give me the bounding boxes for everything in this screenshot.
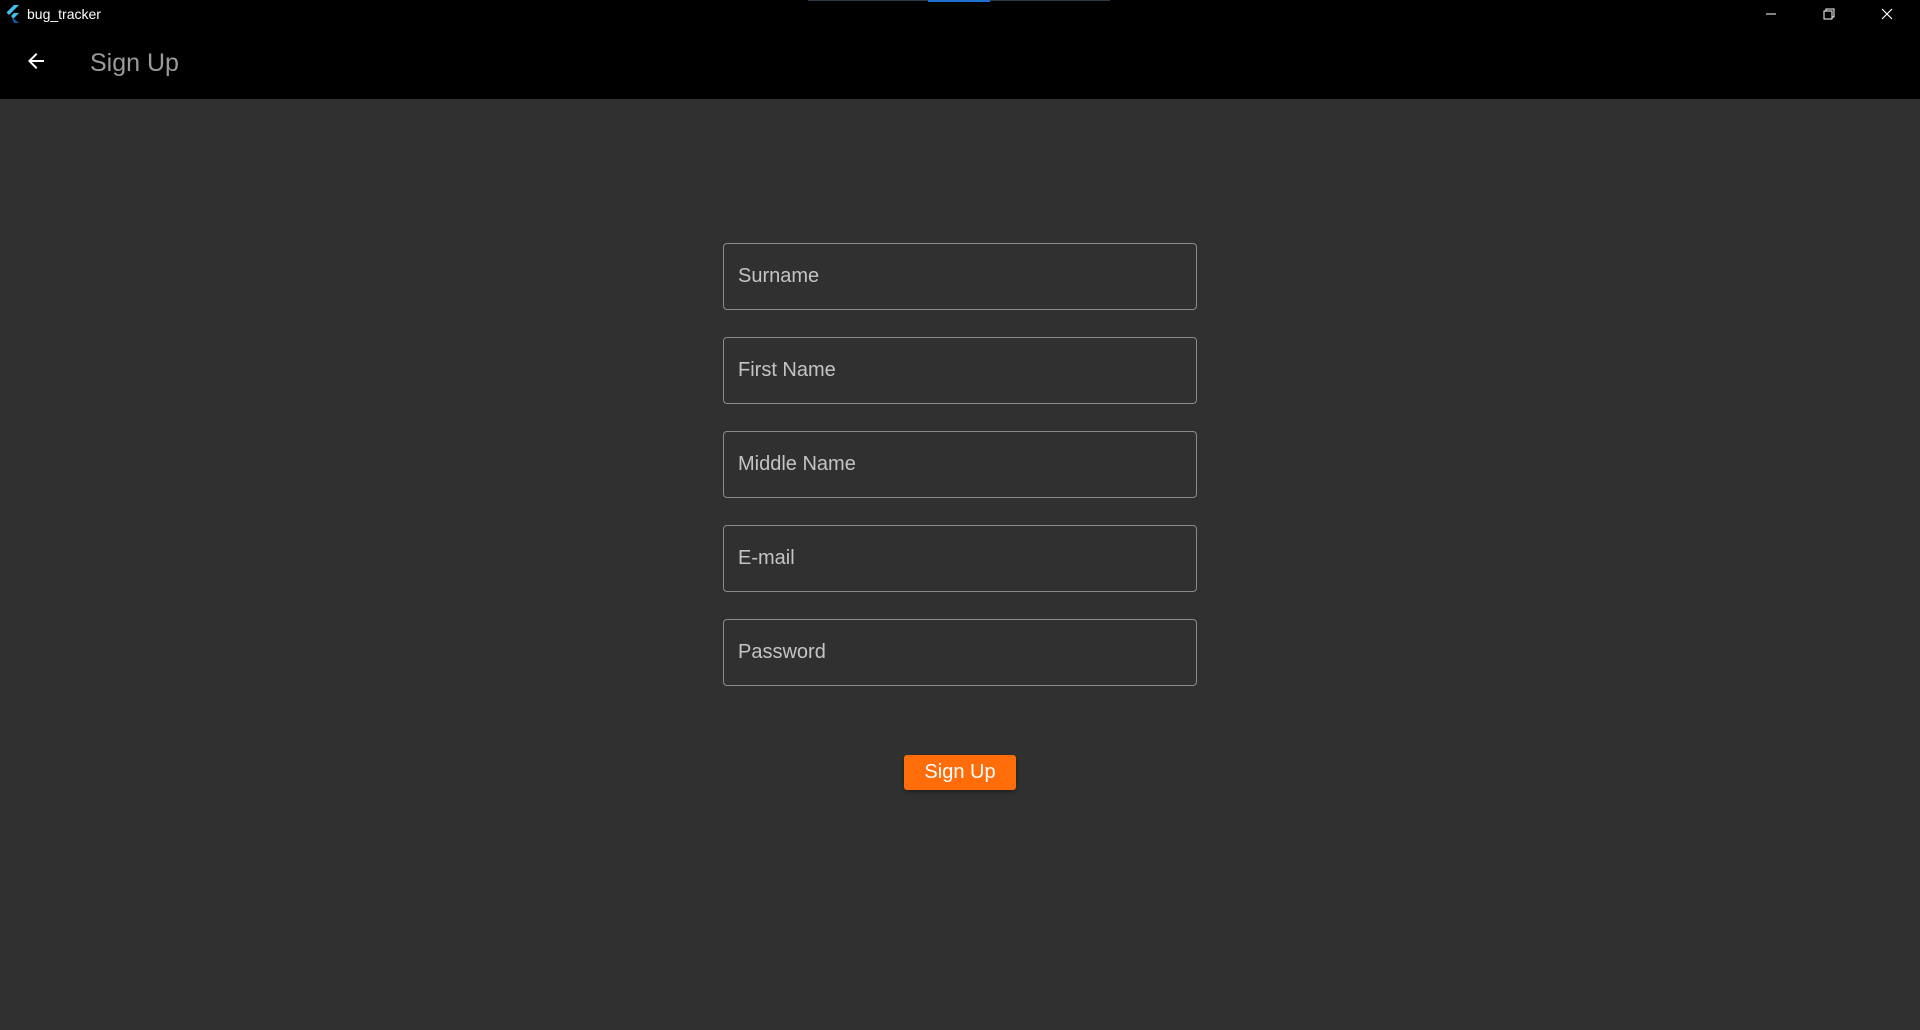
titlebar-accent-highlight — [928, 0, 990, 2]
first-name-field — [723, 337, 1197, 404]
surname-field — [723, 243, 1197, 310]
page-title: Sign Up — [90, 49, 179, 77]
email-field — [723, 525, 1197, 592]
app-bar: Sign Up — [0, 28, 1920, 99]
email-input[interactable] — [724, 526, 1196, 591]
restore-button[interactable] — [1800, 0, 1858, 28]
surname-input[interactable] — [724, 244, 1196, 309]
sign-up-button[interactable]: Sign Up — [904, 755, 1016, 790]
window-title: bug_tracker — [27, 6, 101, 22]
first-name-input[interactable] — [724, 338, 1196, 403]
app-window: bug_tracker Sign Up Surname First Name M… — [0, 0, 1920, 1030]
password-input[interactable] — [724, 620, 1196, 685]
minimize-icon — [1765, 8, 1777, 20]
minimize-button[interactable] — [1742, 0, 1800, 28]
restore-icon — [1823, 8, 1835, 20]
sign-up-form — [723, 243, 1197, 713]
flutter-logo-icon — [5, 5, 21, 23]
close-button[interactable] — [1858, 0, 1916, 28]
middle-name-field — [723, 431, 1197, 498]
arrow-left-icon — [24, 49, 48, 78]
close-icon — [1881, 8, 1893, 20]
back-button[interactable] — [18, 45, 54, 81]
window-titlebar[interactable]: bug_tracker — [0, 0, 1920, 28]
middle-name-input[interactable] — [724, 432, 1196, 497]
password-field — [723, 619, 1197, 686]
